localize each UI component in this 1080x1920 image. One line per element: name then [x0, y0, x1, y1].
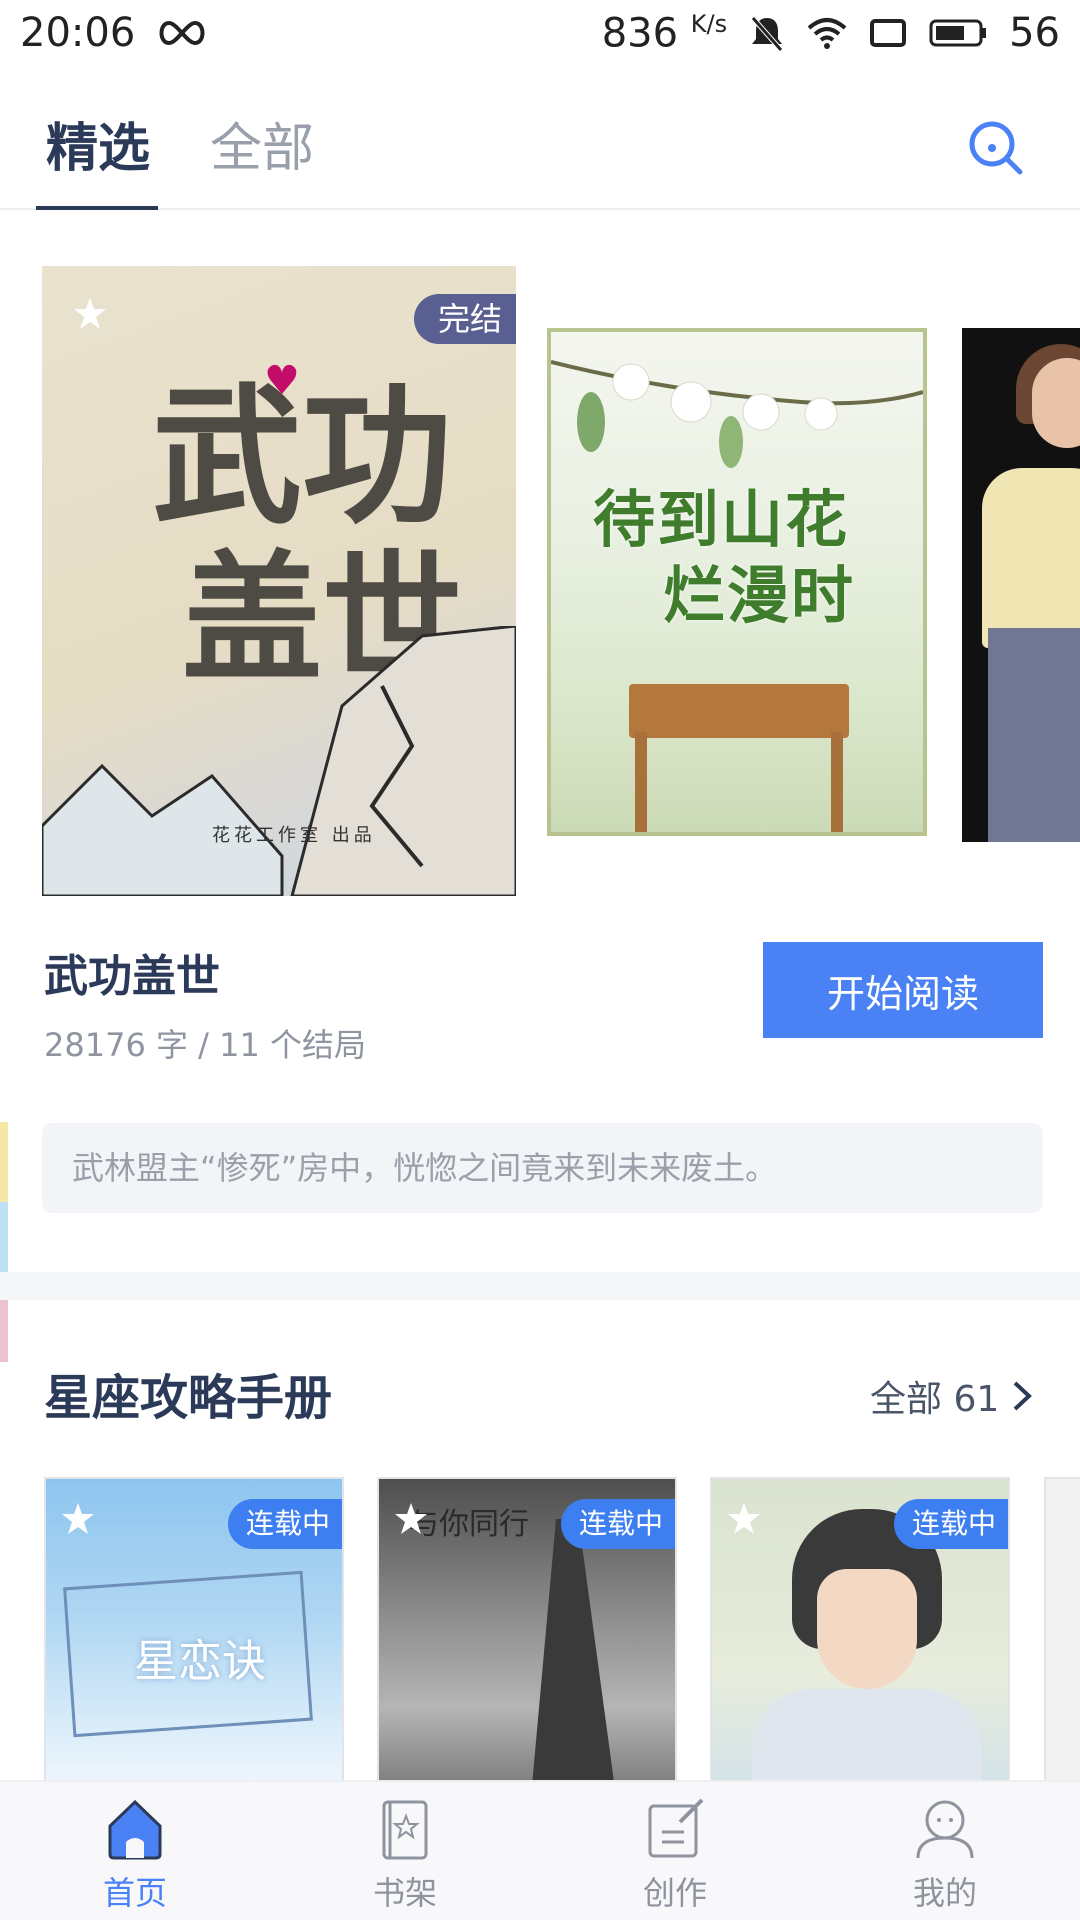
carousel-book-cover-2[interactable]: 待到山花 烂漫时: [547, 328, 927, 836]
table-leg: [831, 732, 843, 832]
nav-shelf-label: 书架: [372, 1874, 437, 1912]
nav-create[interactable]: 创作: [540, 1782, 810, 1920]
table-leg: [635, 732, 647, 832]
star-icon[interactable]: [72, 296, 108, 332]
star-icon[interactable]: [60, 1501, 96, 1537]
cover-studio-text: 花花工作室 出品: [212, 825, 376, 846]
nav-shelf[interactable]: 书架: [270, 1782, 540, 1920]
featured-book-description: 武林盟主“惨死”房中，恍惚之间竟来到未来废土。: [42, 1123, 1043, 1213]
tab-featured[interactable]: 精选: [46, 106, 150, 181]
see-all-label: 全部 61: [870, 1379, 1000, 1420]
tower-art: [529, 1519, 619, 1785]
featured-book-cover[interactable]: 武功 盖世 ♥ 花花工作室 出品 完结: [42, 266, 516, 896]
mute-bell-icon: [751, 16, 783, 52]
section-book-cover[interactable]: 星恋诀 连载中: [44, 1477, 344, 1785]
nav-home-label: 首页: [102, 1874, 167, 1912]
network-speed-unit: K/s: [690, 9, 728, 38]
featured-carousel[interactable]: 武功 盖世 ♥ 花花工作室 出品 完结 待到山花 烂漫时: [0, 262, 1080, 902]
badge-ongoing: 连载中: [227, 1499, 342, 1549]
network-speed-value: 836: [601, 10, 679, 57]
cover2-title-line2: 烂漫时: [663, 559, 856, 632]
tab-all[interactable]: 全部: [210, 106, 314, 181]
top-tab-bar: 精选 全部: [0, 80, 1080, 210]
battery-level: 56: [1009, 9, 1060, 56]
section-book-row[interactable]: 星恋诀 连载中 与你同行 连载中 连载中: [0, 1475, 1080, 1785]
bottom-nav: 首页 书架 创作 我的: [0, 1780, 1080, 1920]
nav-mine-label: 我的: [912, 1874, 977, 1912]
user-icon: [916, 1800, 974, 1859]
wooden-table-art: [629, 684, 849, 738]
side-strip-yellow: [0, 1122, 8, 1202]
featured-book-meta: 28176 字 / 11 个结局: [44, 1026, 366, 1064]
star-icon[interactable]: [726, 1501, 762, 1537]
character-jacket: [752, 1689, 982, 1785]
mountain-ink-art: [42, 626, 516, 896]
status-time: 20:06: [20, 10, 136, 56]
status-bar: 20:06 836 K/s 56: [0, 0, 1080, 66]
search-icon[interactable]: [966, 118, 1026, 178]
chevron-right-icon: [1013, 1381, 1033, 1411]
bookshelf-icon: [382, 1800, 428, 1860]
start-reading-button[interactable]: 开始阅读: [763, 942, 1043, 1038]
home-icon: [108, 1799, 162, 1860]
section-divider: [0, 1272, 1080, 1300]
nav-home[interactable]: 首页: [0, 1782, 270, 1920]
nav-create-label: 创作: [642, 1874, 707, 1912]
cover2-title-line1: 待到山花: [593, 483, 850, 556]
battery-icon: [929, 19, 987, 47]
network-speed: 836 K/s: [602, 10, 727, 56]
cover2-title: 待到山花 烂漫时: [593, 482, 855, 634]
badge-completed: 完结: [413, 294, 516, 344]
section-book-cover[interactable]: 连载中: [710, 1477, 1010, 1785]
featured-book-title[interactable]: 武功盖世: [44, 940, 220, 1004]
wifi-icon: [807, 17, 847, 49]
badge-ongoing: 连载中: [893, 1499, 1008, 1549]
infinity-icon: [159, 20, 205, 46]
edit-icon: [648, 1798, 704, 1858]
section-book-cover[interactable]: 与你同行 连载中: [377, 1477, 677, 1785]
character-face: [1032, 358, 1080, 448]
carousel-book-cover-3[interactable]: [962, 328, 1080, 842]
flower-branch-art: [551, 360, 923, 468]
side-strip-blue: [0, 1202, 8, 1282]
badge-ongoing: 连载中: [560, 1499, 675, 1549]
see-all-link[interactable]: 全部 61: [870, 1370, 1033, 1422]
character-shirt: [982, 468, 1080, 648]
screen-icon: [870, 18, 907, 47]
character-skirt: [988, 628, 1080, 842]
section-book-cover-partial[interactable]: [1044, 1477, 1080, 1785]
section-title: 星座攻略手册: [44, 1370, 333, 1426]
cover-text: 星恋诀: [134, 1636, 266, 1687]
tab-underline: [36, 206, 158, 210]
nav-mine[interactable]: 我的: [810, 1782, 1080, 1920]
character-face: [817, 1569, 917, 1689]
star-icon[interactable]: [393, 1501, 429, 1537]
heart-icon: ♥: [264, 358, 300, 404]
